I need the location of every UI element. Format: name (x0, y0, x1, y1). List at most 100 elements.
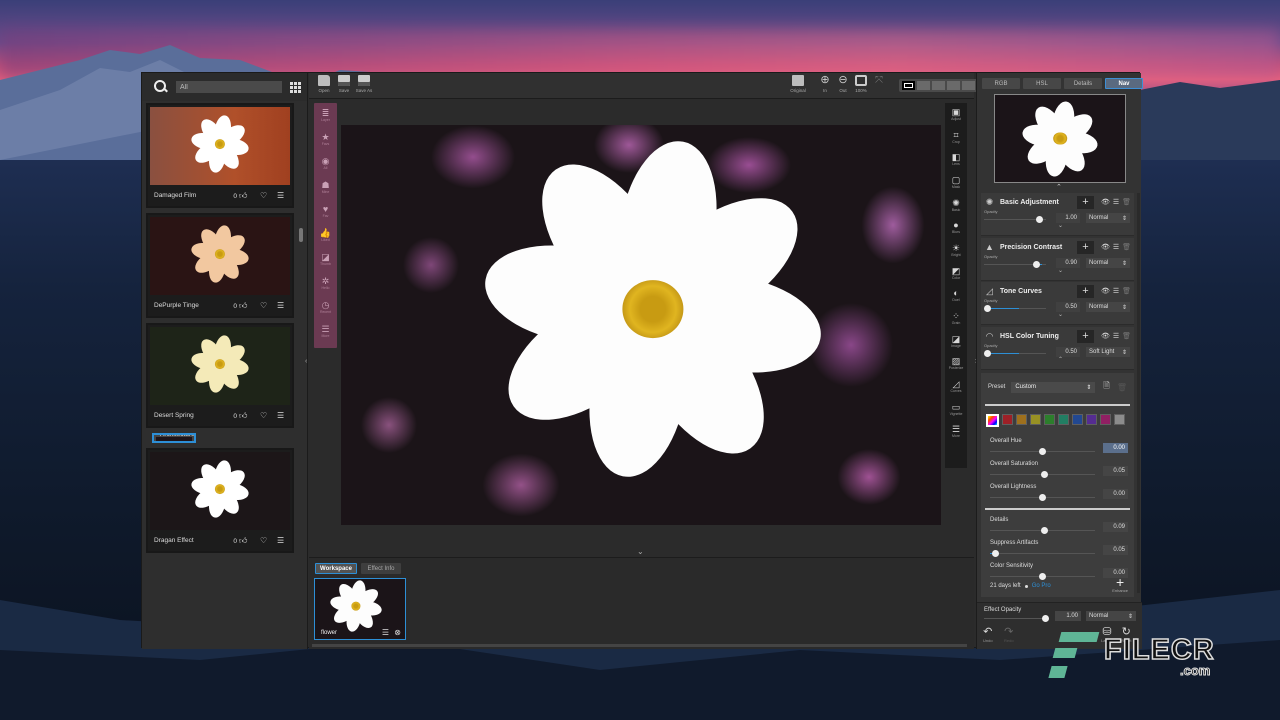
color-swatch[interactable] (1030, 414, 1041, 425)
workspace-item[interactable]: flower ☰ ⊗ (314, 578, 406, 640)
thumbs-up-icon[interactable]: 👍︎ (239, 301, 248, 310)
filter-mask-button[interactable]: ▢ Mask (945, 171, 967, 194)
save-preset-icon[interactable]: 🗎 (1103, 380, 1109, 394)
category-fav-button[interactable]: ♥ Fav (314, 199, 337, 223)
category-more-button[interactable]: ☰ More (314, 319, 337, 343)
color-swatch[interactable] (1044, 414, 1055, 425)
menu-icon[interactable]: ☰ (277, 411, 286, 420)
image-canvas[interactable] (341, 125, 941, 525)
eye-icon[interactable]: 👁︎ (1101, 287, 1110, 295)
filter-vignette-button[interactable]: ▭ Vignette (945, 398, 967, 421)
slider-value[interactable]: 0.09 (1103, 522, 1128, 532)
effect-opacity-value[interactable]: 1.00 (1055, 611, 1081, 621)
fullscreen-button[interactable]: ⤧ (868, 75, 890, 86)
opacity-slider[interactable] (984, 260, 1046, 270)
tab-rgb[interactable]: RGB (982, 78, 1020, 89)
menu-icon[interactable]: ☰ (277, 301, 286, 310)
close-icon[interactable]: ⊗ (394, 628, 401, 637)
adjustments-scrollbar[interactable] (1137, 193, 1140, 593)
thumbs-up-icon[interactable]: 👍︎ (239, 411, 248, 420)
open-button[interactable]: Open (313, 75, 335, 93)
search-icon[interactable] (154, 80, 168, 94)
opacity-slider[interactable] (983, 349, 1046, 359)
menu-icon[interactable]: ☰ (1113, 287, 1119, 295)
filter-bright-button[interactable]: ☀ Bright (945, 239, 967, 262)
color-swatch[interactable] (1002, 414, 1013, 425)
opacity-slider[interactable] (984, 215, 1046, 225)
collapse-left-arrow[interactable]: ‹ (305, 358, 307, 365)
original-button[interactable]: Original (787, 75, 809, 93)
presets-filter-input[interactable] (176, 81, 282, 93)
trash-icon[interactable]: 🗑︎ (1122, 332, 1131, 340)
slider-value[interactable]: 0.00 (1103, 443, 1128, 453)
eye-icon[interactable]: 👁︎ (1101, 332, 1110, 340)
trash-icon[interactable]: 🗑︎ (1122, 198, 1131, 206)
menu-icon[interactable]: ☰ (1113, 243, 1119, 251)
workspace-scrollbar[interactable] (312, 644, 967, 647)
slider[interactable] (990, 526, 1095, 534)
filter-posterize-button[interactable]: ▨ Posterize (945, 353, 967, 376)
split-view-button[interactable] (917, 81, 930, 90)
tab-hsl[interactable]: HSL (1023, 78, 1061, 89)
filter-more-button[interactable]: ☰ More (945, 421, 967, 444)
preset-item[interactable]: Damaged Film 0 👍︎ ♡ ☰ (146, 103, 294, 208)
redo-button[interactable]: ↷ Redo (1004, 627, 1014, 644)
split-horizontal-button[interactable] (932, 81, 945, 90)
grid-view-icon[interactable] (290, 81, 301, 93)
color-swatch[interactable] (1114, 414, 1125, 425)
add-effect-button[interactable]: + (1076, 329, 1094, 343)
slider[interactable] (990, 549, 1095, 557)
enhance-button[interactable]: + Enhance (1112, 575, 1128, 593)
add-effect-button[interactable]: + (1076, 284, 1094, 298)
blend-mode-select[interactable]: Soft Light ⇕ (1086, 347, 1130, 357)
color-swatch[interactable] (986, 414, 999, 427)
blend-mode-select[interactable]: Normal ⇕ (1086, 302, 1130, 312)
slider[interactable] (990, 447, 1095, 455)
add-effect-button[interactable]: + (1076, 240, 1094, 254)
heart-icon[interactable]: ♡ (260, 191, 269, 200)
color-swatch[interactable] (1100, 414, 1111, 425)
effect-blend-select[interactable]: Normal ⇕ (1086, 611, 1136, 621)
filter-image-button[interactable]: ◪ Image (945, 330, 967, 353)
expand-arrow[interactable]: ⌄ (1058, 222, 1063, 229)
filter-curves-button[interactable]: ◿ Curves (945, 375, 967, 398)
slider-value[interactable]: 0.05 (1103, 466, 1128, 476)
tab-nav[interactable]: Nav (1105, 78, 1143, 89)
menu-icon[interactable]: ☰ (277, 536, 286, 545)
color-swatch[interactable] (1016, 414, 1027, 425)
eye-icon[interactable]: 👁︎ (1101, 198, 1110, 206)
tab-workspace[interactable]: Workspace (315, 563, 357, 574)
trash-icon[interactable]: 🗑︎ (1122, 243, 1131, 251)
blend-mode-select[interactable]: Normal ⇕ (1086, 213, 1130, 223)
heart-icon[interactable]: ♡ (260, 411, 269, 420)
collapse-bottom-arrow[interactable]: ⌄ (637, 547, 644, 556)
tab-details[interactable]: Details (1064, 78, 1102, 89)
presets-scrollbar[interactable] (299, 228, 303, 242)
menu-icon[interactable]: ☰ (1113, 198, 1119, 206)
menu-icon[interactable]: ☰ (277, 191, 286, 200)
tab-effect-info[interactable]: Effect Info (361, 563, 401, 574)
preset-item[interactable]: DePurple Tinge 0 👍︎ ♡ ☰ (146, 213, 294, 318)
category-favs-button[interactable]: ★ Favs (314, 127, 337, 151)
trash-icon[interactable]: 🗑︎ (1122, 287, 1131, 295)
category-layer-button[interactable]: ≣ Layer (314, 103, 337, 127)
slider[interactable] (990, 470, 1095, 478)
expand-arrow[interactable]: ⌃ (1058, 356, 1063, 363)
category-thumb-button[interactable]: ◪ Thumb (314, 247, 337, 271)
thumbs-up-icon[interactable]: 👍︎ (239, 536, 248, 545)
filter-duel-button[interactable]: ◐ Duel (945, 285, 967, 308)
expand-arrow[interactable]: ⌄ (1058, 311, 1063, 318)
category-liked-button[interactable]: 👍 Liked (314, 223, 337, 247)
collapse-nav-arrow[interactable]: ⌃ (1056, 183, 1062, 191)
thumbs-up-icon[interactable]: 👍︎ (239, 191, 248, 200)
slider[interactable] (990, 493, 1095, 501)
preset-item[interactable]: Detailed Architecture2👍︎♡☰ (152, 433, 196, 443)
filter-color-button[interactable]: ◩ Color (945, 262, 967, 285)
eye-icon[interactable]: 👁︎ (1101, 243, 1110, 251)
single-view-button[interactable] (902, 81, 915, 90)
preset-item[interactable]: Desert Spring 0 👍︎ ♡ ☰ (146, 323, 294, 428)
category-recent-button[interactable]: ◷ Recent (314, 295, 337, 319)
expand-arrow[interactable]: ⌄ (1058, 267, 1063, 274)
save-as-button[interactable]: Save As (353, 75, 375, 93)
category-mine-button[interactable]: ☗ Mine (314, 175, 337, 199)
